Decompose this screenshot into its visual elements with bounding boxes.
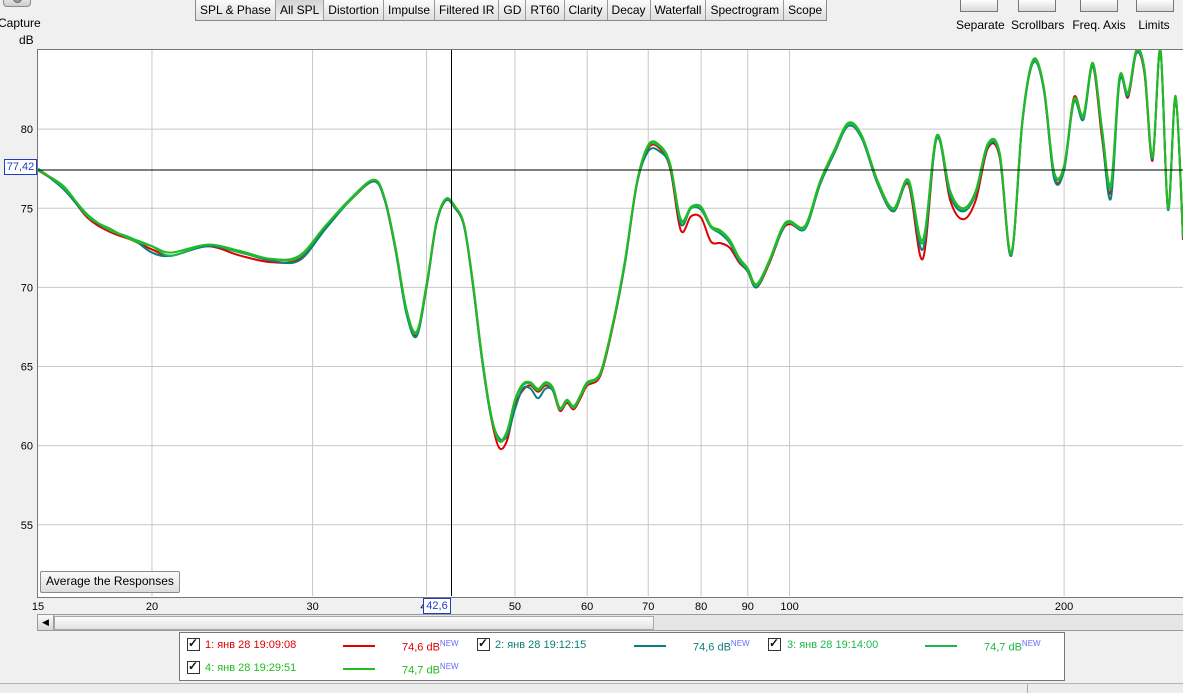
measurement-4-value: 74,7 dBNEW (402, 662, 459, 677)
measurement-3-label: 3: янв 28 19:14:00 (787, 639, 879, 651)
measurement-2-swatch (634, 645, 666, 647)
series-line-4 (38, 50, 1183, 442)
measurement-1-value: 74,6 dBNEW (402, 639, 459, 654)
average-responses-button[interactable]: Average the Responses (40, 571, 180, 593)
measurement-3-value: 74,7 dBNEW (984, 639, 1041, 654)
scroll-thumb[interactable] (54, 616, 654, 630)
spl-chart[interactable]: 152030405060708090100200556065707580 (0, 0, 1183, 625)
measurement-4-swatch (343, 668, 375, 670)
y-tick-label: 80 (21, 124, 33, 136)
y-tick-label: 75 (21, 203, 33, 215)
x-tick-label: 90 (742, 601, 754, 613)
measurement-4-label: 4: янв 28 19:29:51 (205, 662, 297, 674)
measurement-2-checkbox[interactable] (477, 636, 490, 651)
x-tick-label: 30 (306, 601, 318, 613)
x-tick-label: 200 (1055, 601, 1073, 613)
measurement-3-checkbox[interactable] (768, 636, 781, 651)
scroll-left-arrow-icon[interactable]: ◀ (38, 615, 54, 630)
measurement-2-value: 74,6 dBNEW (693, 639, 750, 654)
measurement-4-checkbox[interactable] (187, 659, 200, 674)
y-tick-label: 55 (21, 520, 33, 532)
x-tick-label: 60 (581, 601, 593, 613)
x-tick-label: 70 (642, 601, 654, 613)
horizontal-scrollbar[interactable]: ◀ (37, 614, 1183, 631)
x-tick-label: 15 (32, 601, 44, 613)
measurement-1-checkbox[interactable] (187, 636, 200, 651)
measurement-1-swatch (343, 645, 375, 647)
y-tick-label: 65 (21, 362, 33, 374)
measurement-1-label: 1: янв 28 19:09:08 (205, 639, 297, 651)
legend-panel: 1: янв 28 19:09:08 74,6 dBNEW 2: янв 28 … (179, 632, 1065, 681)
x-tick-label: 100 (780, 601, 798, 613)
y-tick-label: 70 (21, 282, 33, 294)
x-tick-label: 20 (146, 601, 158, 613)
measurement-2-label: 2: янв 28 19:12:15 (495, 639, 587, 651)
y-tick-label: 60 (21, 441, 33, 453)
cursor-y-readout: 77,42 (4, 159, 37, 175)
x-tick-label: 50 (509, 601, 521, 613)
measurement-3-swatch (925, 645, 957, 647)
x-tick-label: 80 (695, 601, 707, 613)
cursor-x-readout: 42,6 (423, 598, 451, 614)
